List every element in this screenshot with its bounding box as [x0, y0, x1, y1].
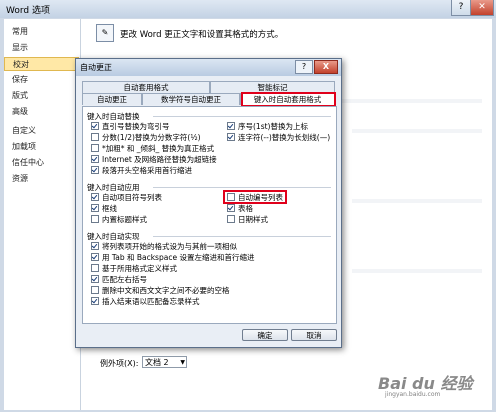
- tab-autocorrect[interactable]: 自动更正: [82, 93, 142, 105]
- checkbox-hyperlinks[interactable]: Internet 及网络路径替换为超链接: [91, 155, 217, 164]
- dialog-title: 自动更正: [80, 63, 112, 72]
- nav-item-general[interactable]: 常用: [4, 25, 79, 39]
- checkbox-list-format[interactable]: 将列表项开始的格式设为与其前一项相似: [91, 242, 237, 251]
- checkbox-bold-italic[interactable]: *加粗* 和 _倾斜_ 替换为真正格式: [91, 144, 214, 153]
- nav-item-advanced[interactable]: 高级: [4, 105, 79, 119]
- window-titlebar: Word 选项 ? ✕: [0, 0, 496, 18]
- exceptions-label: 例外项(X):: [100, 359, 139, 368]
- section-divider: [153, 187, 331, 188]
- section-divider: [153, 236, 331, 237]
- autocorrect-dialog: 自动更正 ? X 自动套用格式 智能标记 自动更正 数学符号自动更正 键入时自动…: [75, 58, 342, 348]
- checkbox-straight-quotes[interactable]: 直引号替换为弯引号: [91, 122, 170, 131]
- options-nav: 常用 显示 校对 保存 版式 高级 自定义 加载项 信任中心 资源: [4, 19, 81, 410]
- section-divider: [153, 116, 331, 117]
- nav-item-resources[interactable]: 资源: [4, 172, 79, 186]
- checkbox-define-styles[interactable]: 基于所用格式定义样式: [91, 264, 177, 273]
- checkbox-borders[interactable]: 框线: [91, 204, 117, 213]
- tab-panel: 键入时自动替换 直引号替换为弯引号 序号(1st)替换为上标 分数(1/2)替换…: [82, 106, 337, 324]
- nav-item-layout[interactable]: 版式: [4, 89, 79, 103]
- nav-item-trust-center[interactable]: 信任中心: [4, 156, 79, 170]
- highlight-active-tab: [241, 92, 336, 107]
- section-title-apply: 键入时自动应用: [87, 183, 140, 192]
- nav-item-display[interactable]: 显示: [4, 41, 79, 55]
- window-title: Word 选项: [6, 6, 50, 16]
- chevron-down-icon: ▼: [180, 359, 185, 366]
- section-title-automatic: 键入时自动实现: [87, 232, 140, 241]
- checkbox-bulleted-lists[interactable]: 自动项目符号列表: [91, 193, 162, 202]
- window-close-button[interactable]: ✕: [470, 0, 494, 16]
- dialog-close-button[interactable]: X: [314, 60, 338, 74]
- proofing-icon: ✎: [96, 24, 114, 42]
- dialog-help-button[interactable]: ?: [295, 60, 313, 74]
- nav-item-proofing[interactable]: 校对: [4, 57, 79, 71]
- nav-item-save[interactable]: 保存: [4, 73, 79, 87]
- checkbox-tab-backspace[interactable]: 用 Tab 和 Backspace 设置左缩进和首行缩进: [91, 253, 254, 262]
- checkbox-first-indent[interactable]: 段落开头空格采用首行缩进: [91, 166, 192, 175]
- checkbox-match-parentheses[interactable]: 匹配左右括号: [91, 275, 147, 284]
- tab-autoformat[interactable]: 自动套用格式: [82, 81, 210, 93]
- ok-button[interactable]: 确定: [242, 329, 288, 341]
- checkbox-ordinals[interactable]: 序号(1st)替换为上标: [227, 122, 308, 131]
- checkbox-heading-styles[interactable]: 内置标题样式: [91, 215, 147, 224]
- checkbox-tables[interactable]: 表格: [227, 204, 253, 213]
- nav-item-customize[interactable]: 自定义: [4, 124, 79, 138]
- section-title-replace: 键入时自动替换: [87, 112, 140, 121]
- exceptions-select[interactable]: 文档 2 ▼: [142, 356, 187, 368]
- nav-item-addins[interactable]: 加载项: [4, 140, 79, 154]
- dialog-titlebar: 自动更正 ? X: [76, 59, 341, 76]
- header-text: 更改 Word 更正文字和设置其格式的方式。: [120, 30, 284, 40]
- checkbox-remove-spaces[interactable]: 删除中文和西文文字之间不必要的空格: [91, 286, 230, 295]
- checkbox-date-style[interactable]: 日期样式: [227, 215, 268, 224]
- highlight-numbered-lists: [223, 190, 287, 204]
- checkbox-fractions[interactable]: 分数(1/2)替换为分数字符(½): [91, 133, 201, 142]
- watermark-url: jingyan.baidu.com: [385, 391, 441, 398]
- cancel-button[interactable]: 取消: [291, 329, 337, 341]
- tab-math-autocorrect[interactable]: 数学符号自动更正: [142, 93, 240, 105]
- checkbox-hyphens[interactable]: 连字符(--)替换为长划线(—): [227, 133, 330, 142]
- exceptions-select-value: 文档 2: [145, 358, 169, 367]
- content-header: ✎ 更改 Word 更正文字和设置其格式的方式。: [96, 24, 486, 46]
- help-button[interactable]: ?: [451, 0, 471, 16]
- checkbox-closing-phrase[interactable]: 插入结束语以匹配备忘录样式: [91, 297, 200, 306]
